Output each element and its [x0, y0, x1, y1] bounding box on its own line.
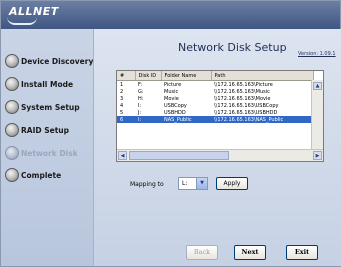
cell-number: 1	[120, 81, 124, 88]
bullet-icon	[5, 100, 19, 114]
column-header-disk-id[interactable]: Disk ID	[135, 71, 162, 81]
cell-path: \\172.16.65.163\Music	[214, 88, 270, 95]
bullet-icon	[5, 77, 19, 91]
cell-path: \\172.16.65.163\Movie	[214, 95, 271, 102]
sidebar-item-label: Install Mode	[21, 79, 74, 89]
page-title: Network Disk Setup	[178, 41, 287, 54]
next-button[interactable]: Next	[234, 245, 266, 260]
sidebar-item-complete[interactable]: Complete	[5, 165, 95, 185]
cell-disk-id: G:	[138, 88, 144, 95]
table-row[interactable]: 3 H: Movie \\172.16.65.163\Movie	[117, 95, 313, 102]
cell-disk-id: I:	[138, 102, 142, 109]
installer-window: ALLNET Device Discovery Install Mode Sys…	[0, 0, 341, 267]
cell-folder-name: USBCopy	[164, 102, 187, 109]
column-header-number[interactable]: #	[117, 71, 136, 81]
cell-number: 4	[120, 102, 124, 109]
vertical-scrollbar[interactable]: ▲	[311, 80, 323, 150]
scroll-up-icon[interactable]: ▲	[313, 82, 322, 90]
sidebar-item-label: RAID Setup	[21, 125, 69, 135]
sidebar-item-device-discovery[interactable]: Device Discovery	[5, 51, 95, 71]
cell-number: 6	[117, 116, 135, 123]
horizontal-scrollbar[interactable]: ◀ ▶	[117, 149, 323, 161]
cell-folder-name: USBHDD	[164, 109, 186, 116]
sidebar: Device Discovery Install Mode System Set…	[1, 29, 93, 266]
sidebar-item-network-disk[interactable]: Network Disk	[5, 143, 95, 163]
scroll-thumb[interactable]	[129, 151, 229, 160]
logo-swoosh-icon	[7, 17, 37, 25]
cell-disk-id: H:	[138, 95, 144, 102]
bullet-icon	[5, 54, 19, 68]
drive-letter-select[interactable]: L: ▼	[178, 177, 208, 190]
table-row[interactable]: 4 I: USBCopy \\172.16.65.163\USBCopy	[117, 102, 313, 109]
version-link[interactable]: Version: 1.09.1	[298, 51, 336, 57]
scroll-left-icon[interactable]: ◀	[118, 151, 127, 160]
bullet-icon	[5, 123, 19, 137]
header-bar: ALLNET	[1, 1, 340, 29]
sidebar-item-label: System Setup	[21, 102, 80, 112]
mapping-label: Mapping to	[130, 181, 164, 188]
table-row[interactable]: 2 G: Music \\172.16.65.163\Music	[117, 88, 313, 95]
sidebar-item-raid-setup[interactable]: RAID Setup	[5, 120, 95, 140]
exit-button[interactable]: Exit	[286, 245, 318, 260]
cell-folder-name: NAS_Public	[161, 116, 211, 123]
cell-path: \\172.16.65.163\USBHDD	[214, 109, 278, 116]
cell-disk-id: J:	[138, 109, 142, 116]
sidebar-item-label: Complete	[21, 170, 62, 180]
sidebar-item-install-mode[interactable]: Install Mode	[5, 74, 95, 94]
column-header-path[interactable]: Path	[211, 71, 314, 81]
drive-letter-value: L:	[182, 180, 188, 187]
cell-disk-id: I:	[135, 116, 161, 123]
table-row[interactable]: 1 F: Picture \\172.16.65.163\Picture	[117, 81, 313, 89]
bullet-icon	[5, 168, 19, 182]
cell-number: 5	[120, 109, 124, 116]
cell-disk-id: F:	[138, 81, 143, 88]
network-disk-table[interactable]: # Disk ID Folder Name Path 1 F: Picture …	[116, 70, 324, 162]
cell-folder-name: Picture	[164, 81, 182, 88]
sidebar-item-system-setup[interactable]: System Setup	[5, 97, 95, 117]
apply-button[interactable]: Apply	[216, 177, 248, 190]
cell-path: \\172.16.65.163\USBCopy	[214, 102, 279, 109]
cell-path: \\172.16.65.163\NAS_Public	[211, 116, 313, 123]
sidebar-item-label: Device Discovery	[21, 56, 94, 66]
cell-folder-name: Movie	[164, 95, 179, 102]
table-row[interactable]: 5 J: USBHDD \\172.16.65.163\USBHDD	[117, 109, 313, 116]
table-header-row: # Disk ID Folder Name Path	[117, 71, 314, 81]
back-button[interactable]: Back	[186, 245, 218, 260]
table-row-selected[interactable]: 6 I: NAS_Public \\172.16.65.163\NAS_Publ…	[117, 116, 313, 123]
cell-path: \\172.16.65.163\Picture	[214, 81, 273, 88]
column-header-folder-name[interactable]: Folder Name	[161, 71, 212, 81]
bullet-icon	[5, 146, 19, 160]
scroll-right-icon[interactable]: ▶	[313, 151, 322, 160]
main-panel: Network Disk Setup Version: 1.09.1 # Dis…	[93, 29, 341, 266]
sidebar-item-label: Network Disk	[21, 148, 78, 158]
chevron-down-icon[interactable]: ▼	[196, 178, 207, 189]
cell-number: 2	[120, 88, 124, 95]
cell-folder-name: Music	[164, 88, 179, 95]
cell-number: 3	[120, 95, 124, 102]
